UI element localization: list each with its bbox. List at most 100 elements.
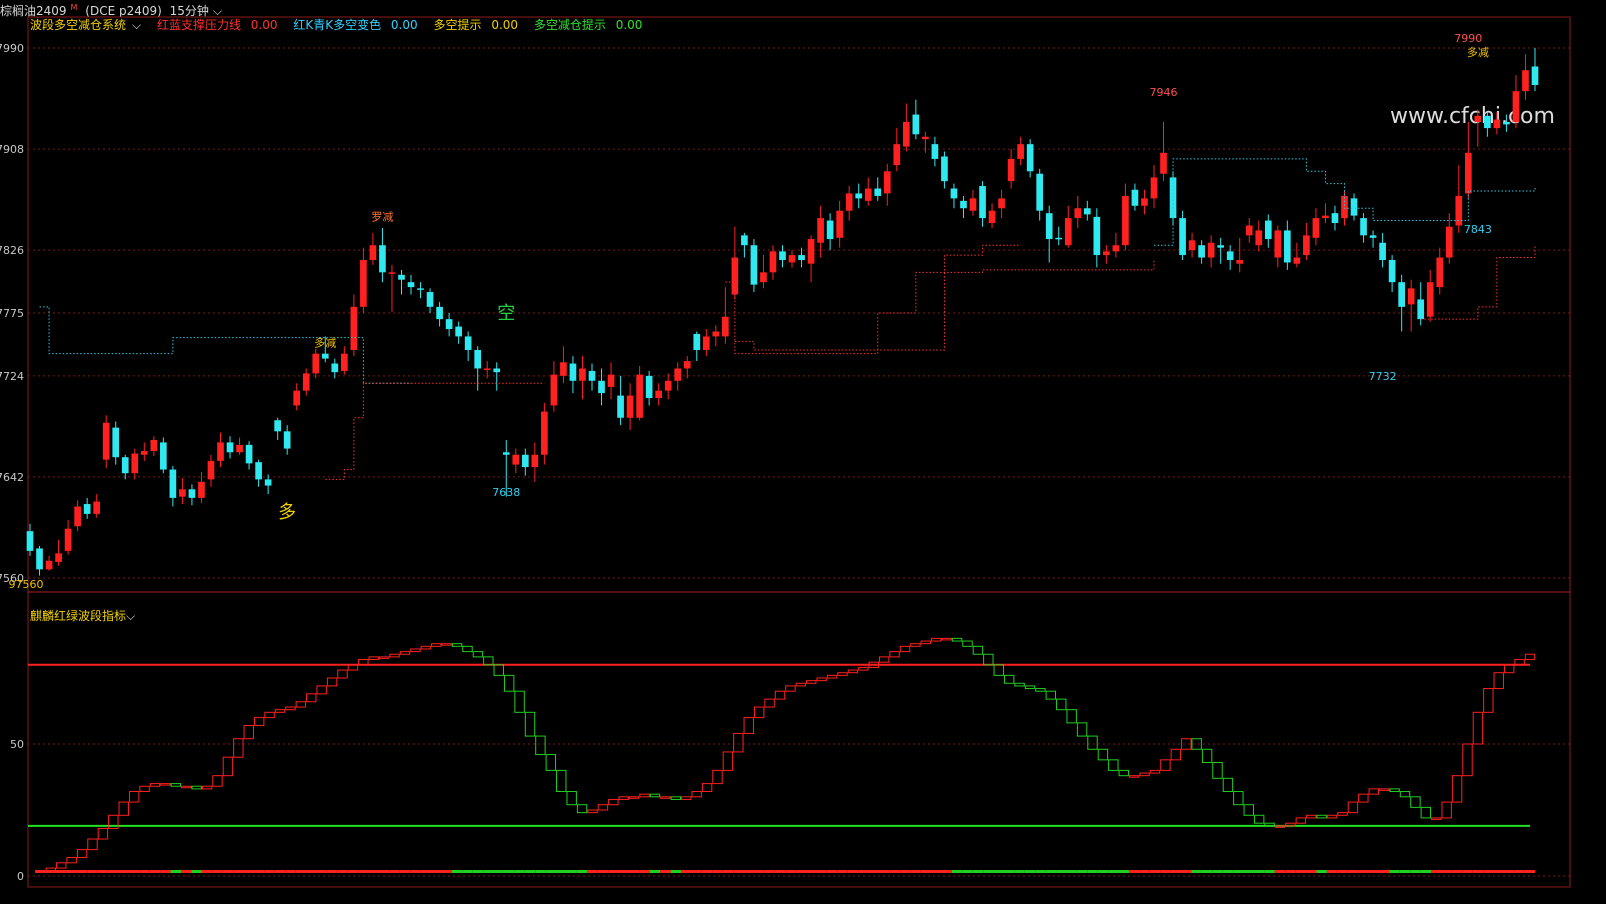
- trend-strip: [431, 870, 442, 873]
- annotation-label: 空: [497, 303, 515, 324]
- trend-strip: [972, 870, 984, 873]
- annotation-label: 7732: [1369, 370, 1397, 383]
- candle-body: [598, 380, 605, 394]
- trend-strip: [743, 870, 754, 873]
- indicator-bar: [951, 637, 963, 642]
- candle-body: [579, 368, 586, 381]
- candle-body: [1531, 66, 1539, 85]
- indicator-bar: [243, 725, 254, 740]
- candle-body: [464, 336, 472, 350]
- candle-body: [836, 210, 843, 238]
- candle-body: [1236, 260, 1244, 264]
- candle-body: [941, 156, 948, 182]
- trend-strip: [493, 870, 504, 873]
- indicator-bar: [316, 685, 327, 695]
- candle-body: [160, 442, 167, 470]
- candle-body: [1255, 230, 1263, 246]
- trend-strip: [993, 870, 1004, 873]
- candle-body: [226, 442, 234, 453]
- candle-body: [407, 282, 415, 288]
- indicator-bar: [1347, 801, 1359, 814]
- indicator-bar: [576, 804, 588, 814]
- trend-strip: [201, 870, 213, 873]
- candle-body: [1112, 245, 1120, 252]
- candle-body: [779, 251, 786, 260]
- indicator-bar: [285, 706, 296, 711]
- indicator-bar: [774, 690, 786, 700]
- annotation-label: 7638: [492, 486, 520, 499]
- candle-body: [1369, 235, 1377, 238]
- candle-body: [1503, 121, 1510, 125]
- candle-body: [36, 548, 43, 570]
- candle-body: [1122, 195, 1129, 246]
- trend-strip: [1139, 870, 1150, 873]
- sub-indicator-name[interactable]: 麒麟红绿波段指标⌵: [30, 608, 135, 624]
- candle-body: [950, 188, 958, 199]
- candle-body: [140, 451, 148, 455]
- indicator-bar: [1056, 698, 1067, 711]
- trend-strip: [337, 870, 348, 873]
- indicator-bar: [295, 701, 307, 708]
- indicator-bar: [233, 738, 244, 758]
- candle-body: [1274, 230, 1282, 258]
- indicator-bar: [1097, 748, 1109, 761]
- trend-strip: [816, 870, 827, 873]
- indicator-bar: [441, 643, 452, 646]
- candle-body: [617, 395, 624, 418]
- candle-body: [1350, 198, 1358, 216]
- indicator-bar: [1212, 761, 1223, 779]
- candle-body: [1093, 216, 1101, 256]
- annotation-label: 多: [278, 502, 296, 523]
- candle-body: [1150, 177, 1158, 199]
- indicator-bar: [1368, 788, 1379, 795]
- indicator-bar: [847, 669, 859, 674]
- indicator-bar: [1243, 804, 1254, 816]
- indicator-bar: [149, 783, 161, 787]
- indicator-bar: [983, 653, 994, 666]
- indicator-bar: [545, 754, 557, 771]
- annotation-label: 多减: [1467, 45, 1489, 59]
- indicator-bar: [1306, 814, 1317, 819]
- trend-strip: [1514, 870, 1525, 873]
- trend-strip: [410, 870, 421, 873]
- trend-strip: [118, 870, 129, 873]
- trend-strip: [618, 870, 629, 873]
- trend-strip: [1191, 870, 1202, 873]
- candle-body: [969, 198, 977, 211]
- indicator-bar: [181, 785, 192, 789]
- indicator-bar: [587, 809, 598, 814]
- y-tick-label: 7908: [0, 143, 24, 156]
- indicator-bar: [264, 711, 275, 719]
- candle-body: [845, 193, 853, 211]
- indicator-bar: [1014, 682, 1025, 687]
- candle-body: [474, 349, 482, 369]
- indicator-bar: [1201, 748, 1213, 763]
- indicator-bar: [472, 651, 484, 658]
- candle-body: [321, 353, 329, 359]
- trend-strip: [170, 870, 182, 873]
- trend-strip: [837, 870, 848, 873]
- candle-body: [817, 218, 824, 243]
- candle-body: [369, 245, 377, 260]
- candle-body: [1207, 242, 1215, 258]
- trend-strip: [1451, 870, 1463, 873]
- price-chart[interactable]: 79907908782677757724764275607990多减794678…: [0, 0, 1606, 904]
- trend-strip: [222, 870, 234, 873]
- y-tick-label: 7775: [0, 307, 24, 320]
- trend-strip: [347, 870, 359, 873]
- indicator-bar: [160, 783, 171, 786]
- candle-body: [512, 454, 520, 465]
- indicator-bar: [1420, 806, 1432, 819]
- indicator-bar: [608, 798, 619, 806]
- candle-body: [1083, 208, 1091, 215]
- candle-body: [1445, 226, 1453, 258]
- candle-body: [731, 257, 739, 295]
- candle-body: [255, 462, 262, 480]
- candle-body: [245, 444, 253, 464]
- indicator-bar: [691, 791, 702, 798]
- trend-strip: [45, 870, 57, 873]
- trend-strip: [764, 870, 775, 873]
- candle-body: [1474, 115, 1482, 122]
- candle-body: [560, 362, 567, 376]
- candle-body: [1398, 282, 1405, 307]
